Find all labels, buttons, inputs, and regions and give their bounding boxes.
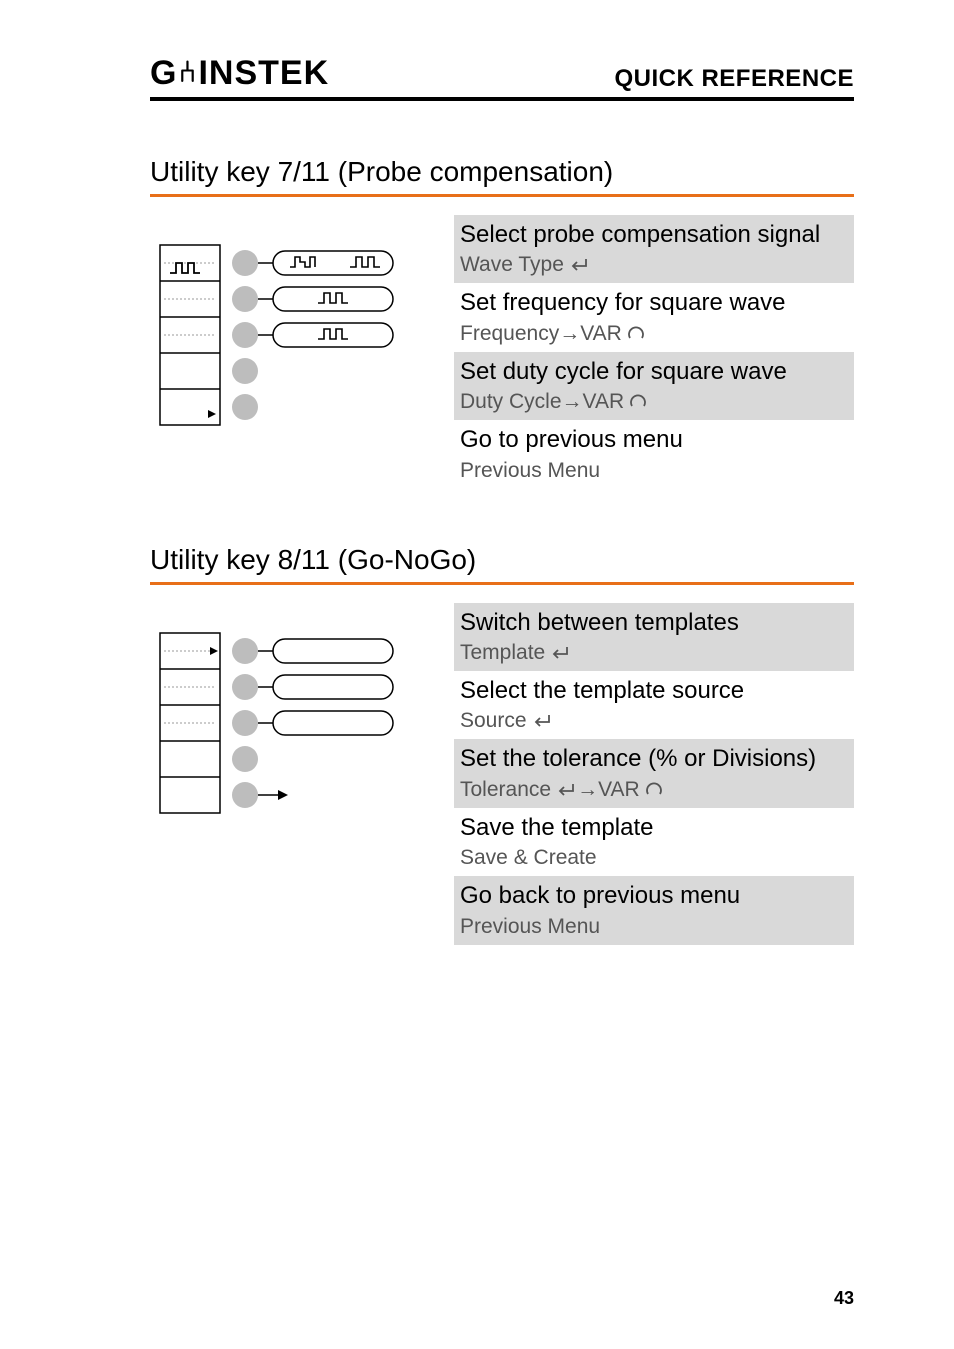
enter-icon xyxy=(568,257,590,273)
desc-row: Set the tolerance (% or Divisions) Toler… xyxy=(454,739,854,807)
knob-icon xyxy=(644,780,664,798)
brand-rest: INSTEK xyxy=(198,54,329,93)
diagram-go-nogo xyxy=(150,603,430,823)
desc-row: Set frequency for square wave Frequency→… xyxy=(454,283,854,351)
enter-icon xyxy=(555,782,577,798)
desc-row: Select the template source Source xyxy=(454,671,854,739)
brand-logo: G⑃INSTEK xyxy=(150,54,329,93)
desc-action: Save & Create xyxy=(460,846,848,870)
desc-action: Previous Menu xyxy=(460,915,848,939)
desc-row: Save the template Save & Create xyxy=(454,808,854,876)
desc-title: Select probe compensation signal xyxy=(460,219,848,251)
desc-title: Set the tolerance (% or Divisions) xyxy=(460,743,848,775)
brand-g: G xyxy=(150,54,177,93)
section-heading: Utility key 7/11 (Probe compensation) xyxy=(150,156,854,197)
description-list-7-11: Select probe compensation signal Wave Ty… xyxy=(454,215,854,489)
brand-sep-icon: ⑃ xyxy=(178,56,197,90)
description-list-8-11: Switch between templates Template Select… xyxy=(454,603,854,945)
desc-action: Wave Type xyxy=(460,253,848,277)
page-number: 43 xyxy=(834,1288,854,1309)
desc-title: Save the template xyxy=(460,812,848,844)
desc-action: Template xyxy=(460,641,848,665)
desc-title: Go to previous menu xyxy=(460,424,848,456)
desc-title: Set frequency for square wave xyxy=(460,287,848,319)
desc-row: Switch between templates Template xyxy=(454,603,854,671)
desc-row: Select probe compensation signal Wave Ty… xyxy=(454,215,854,283)
section-utility-8-11: Utility key 8/11 (Go-NoGo) xyxy=(150,544,854,945)
desc-action: Tolerance→VAR xyxy=(460,778,848,802)
desc-title: Switch between templates xyxy=(460,607,848,639)
desc-title: Set duty cycle for square wave xyxy=(460,356,848,388)
enter-icon xyxy=(549,645,571,661)
diagram-probe-compensation xyxy=(150,215,430,435)
knob-icon xyxy=(628,392,648,410)
desc-row: Go to previous menu Previous Menu xyxy=(454,420,854,488)
knob-icon xyxy=(626,324,646,342)
desc-row: Set duty cycle for square wave Duty Cycl… xyxy=(454,352,854,420)
desc-row: Go back to previous menu Previous Menu xyxy=(454,876,854,944)
desc-action: Source xyxy=(460,709,848,733)
desc-action: Duty Cycle→VAR xyxy=(460,390,848,414)
desc-action: Frequency→VAR xyxy=(460,322,848,346)
enter-icon xyxy=(531,713,553,729)
page-header: G⑃INSTEK QUICK REFERENCE xyxy=(150,54,854,101)
section-heading: Utility key 8/11 (Go-NoGo) xyxy=(150,544,854,585)
desc-title: Go back to previous menu xyxy=(460,880,848,912)
section-label: QUICK REFERENCE xyxy=(614,65,854,93)
desc-title: Select the template source xyxy=(460,675,848,707)
section-utility-7-11: Utility key 7/11 (Probe compensation) xyxy=(150,156,854,489)
desc-action: Previous Menu xyxy=(460,459,848,483)
